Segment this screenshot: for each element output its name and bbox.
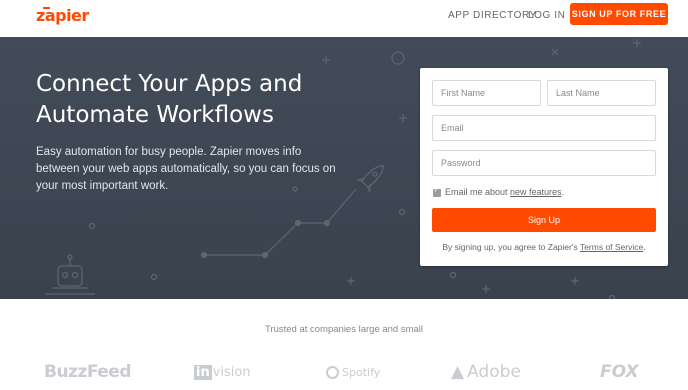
top-nav-bar: zapier APP DIRECTORY LOG IN SIGN UP FOR … xyxy=(0,0,688,37)
terms-notice: By signing up, you agree to Zapier's Ter… xyxy=(420,242,668,252)
hero-title: Connect Your Apps and Automate Workflows xyxy=(36,71,303,128)
email-opt-in-checkbox[interactable] xyxy=(433,186,441,197)
zapier-logo[interactable]: zapier xyxy=(36,6,89,25)
invision-logo-text: vision xyxy=(212,365,251,380)
trusted-heading: Trusted at companies large and small xyxy=(264,324,424,335)
buzzfeed-logo: BuzzFeed xyxy=(44,362,132,382)
invision-logo: in vision xyxy=(194,365,251,380)
terms-prefix: By signing up, you agree to Zapier's xyxy=(442,242,580,252)
terms-suffix: . xyxy=(643,242,646,252)
logo-accent-mark xyxy=(43,7,50,9)
email-field[interactable] xyxy=(432,115,656,141)
robot-graphic xyxy=(45,254,95,295)
header-signup-button[interactable]: SIGN UP FOR FREE xyxy=(570,3,668,25)
hero-description: Easy automation for busy people. Zapier … xyxy=(36,146,336,192)
email-opt-in-text: Email me about xyxy=(445,187,511,197)
nav-log-in-link[interactable]: LOG IN xyxy=(528,10,566,21)
invision-logo-mark: in xyxy=(194,365,212,380)
new-features-link[interactable]: new features xyxy=(510,187,562,197)
customer-logos-row: BuzzFeed in vision Spotify ▲ Adobe FOX xyxy=(0,358,688,390)
email-opt-in-suffix: . xyxy=(561,187,565,197)
fox-logo: FOX xyxy=(600,362,639,382)
signup-form: Email me about new features. Sign Up By … xyxy=(420,68,668,266)
adobe-logo: ▲ Adobe xyxy=(451,362,521,382)
first-name-field[interactable] xyxy=(432,80,541,106)
growth-line-graphic xyxy=(204,188,357,256)
email-opt-in-label: Email me about new features. xyxy=(445,187,564,197)
adobe-icon: ▲ xyxy=(451,362,465,382)
rocket-graphic xyxy=(355,165,384,194)
adobe-logo-text: Adobe xyxy=(467,362,521,382)
spotify-logo: Spotify xyxy=(326,366,380,379)
signup-submit-button[interactable]: Sign Up xyxy=(432,208,656,232)
password-field[interactable] xyxy=(432,150,656,176)
spotify-icon xyxy=(326,366,339,379)
terms-of-service-link[interactable]: Terms of Service xyxy=(580,242,643,252)
nav-app-directory-link[interactable]: APP DIRECTORY xyxy=(448,10,537,21)
last-name-field[interactable] xyxy=(547,80,656,106)
spotify-logo-text: Spotify xyxy=(342,366,381,379)
